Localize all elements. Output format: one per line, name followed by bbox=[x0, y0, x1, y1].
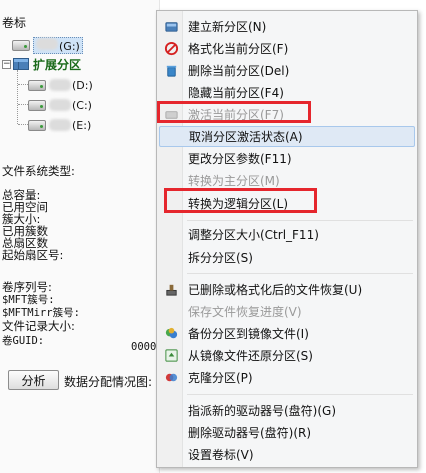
redacted-name bbox=[49, 79, 71, 91]
menu-item-label: 从镜像文件还原分区(S) bbox=[188, 349, 313, 363]
menu-item-label: 转换为主分区(M) bbox=[188, 174, 280, 188]
collapse-toggle-icon[interactable]: − bbox=[2, 59, 11, 69]
mft-cluster-label: $MFT簇号: bbox=[2, 294, 55, 306]
menu-item-deactivate-partition[interactable]: 取消分区激活状态(A) bbox=[159, 126, 415, 147]
serial-label: 卷序列号: bbox=[2, 280, 52, 294]
menu-item-label: 备份分区到镜像文件(I) bbox=[188, 327, 309, 341]
menu-item-set-volume-label[interactable]: 设置卷标(V) bbox=[159, 444, 415, 465]
menu-separator bbox=[187, 273, 413, 274]
menu-item-save-recovery-progress[interactable]: 保存文件恢复进度(V) bbox=[159, 301, 415, 322]
menu-item-label: 取消分区激活状态(A) bbox=[189, 130, 303, 144]
menu-item-clone-partition[interactable]: 克隆分区(P) bbox=[159, 367, 415, 388]
mftmirr-cluster-label: $MFTMirr簇号: bbox=[2, 307, 80, 319]
menu-item-label: 更改分区参数(F11) bbox=[188, 152, 292, 166]
hard-drive-icon bbox=[28, 99, 46, 111]
tree-guide-line bbox=[18, 124, 28, 125]
drive-letter-label: (D:) bbox=[72, 78, 93, 92]
partition-panel: 卷标 (G:) − 扩展分区 (D:) (C:) (E:) 文件系统类型: 总容… bbox=[0, 0, 160, 473]
menu-separator bbox=[187, 394, 413, 395]
menu-item-label: 调整分区大小(Ctrl_F11) bbox=[188, 228, 319, 242]
menu-item-label: 格式化当前分区(F) bbox=[188, 42, 289, 56]
menu-item-backup-image[interactable]: 备份分区到镜像文件(I) bbox=[159, 323, 415, 344]
tree-item-volume-c[interactable]: (C:) bbox=[28, 96, 92, 114]
hard-drive-icon bbox=[28, 79, 46, 91]
guid-label: 卷GUID: bbox=[2, 335, 45, 347]
restore-icon bbox=[165, 349, 178, 362]
menu-item-delete-partition[interactable]: 删除当前分区(Del) bbox=[159, 60, 415, 81]
fs-type-label: 文件系统类型: bbox=[2, 164, 75, 178]
partition-context-menu: 建立新分区(N) 格式化当前分区(F) 删除当前分区(Del) 隐藏当前分区(F… bbox=[156, 10, 418, 468]
clone-icon bbox=[165, 373, 178, 382]
menu-item-format-partition[interactable]: 格式化当前分区(F) bbox=[159, 38, 415, 59]
menu-item-label: 删除驱动器号(盘符)(R) bbox=[188, 426, 312, 440]
menu-item-new-partition[interactable]: 建立新分区(N) bbox=[159, 16, 415, 37]
redacted-name bbox=[36, 37, 58, 50]
menu-item-remove-drive-letter[interactable]: 删除驱动器号(盘符)(R) bbox=[159, 422, 415, 443]
tree-guide-line bbox=[18, 84, 28, 85]
menu-item-label: 克隆分区(P) bbox=[188, 371, 253, 385]
extended-partition-icon bbox=[13, 58, 29, 70]
tree-item-volume-g[interactable]: (G:) bbox=[12, 36, 83, 54]
menu-item-split-partition[interactable]: 拆分分区(S) bbox=[159, 247, 415, 268]
analyze-button[interactable]: 分析 bbox=[8, 370, 59, 390]
menu-item-label: 设置卷标(V) bbox=[188, 448, 254, 462]
format-icon bbox=[164, 41, 179, 56]
drive-letter-label: (G:) bbox=[59, 39, 80, 53]
recover-icon bbox=[166, 284, 177, 296]
record-size-label: 文件记录大小: bbox=[2, 319, 75, 333]
tree-guide-line bbox=[18, 104, 28, 105]
volume-label-header: 卷标 bbox=[2, 16, 27, 30]
highlight-box-activate bbox=[157, 101, 311, 123]
highlight-box-convert-logical bbox=[164, 188, 317, 213]
guid-value: 0000 bbox=[131, 341, 157, 353]
extended-partition-label: 扩展分区 bbox=[33, 57, 82, 72]
hard-drive-icon bbox=[28, 119, 46, 131]
tree-item-extended-partition[interactable]: − 扩展分区 bbox=[2, 55, 81, 73]
redacted-name bbox=[49, 99, 71, 111]
tree-item-volume-e[interactable]: (E:) bbox=[28, 116, 91, 134]
menu-item-label: 删除当前分区(Del) bbox=[188, 64, 290, 78]
data-distribution-label: 数据分配情况图: bbox=[64, 375, 153, 389]
menu-item-file-recovery[interactable]: 已删除或格式化后的文件恢复(U) bbox=[159, 279, 415, 300]
menu-item-change-params[interactable]: 更改分区参数(F11) bbox=[159, 148, 415, 169]
drive-letter-label: (E:) bbox=[72, 118, 92, 132]
backup-icon bbox=[165, 327, 178, 339]
start-sector-label: 起始扇区号: bbox=[2, 248, 64, 262]
menu-item-assign-drive-letter[interactable]: 指派新的驱动器号(盘符)(G) bbox=[159, 400, 415, 421]
menu-item-label: 建立新分区(N) bbox=[188, 20, 267, 34]
menu-item-resize-partition[interactable]: 调整分区大小(Ctrl_F11) bbox=[159, 224, 415, 245]
hard-drive-icon bbox=[12, 39, 30, 51]
menu-separator bbox=[187, 220, 413, 221]
menu-item-label: 保存文件恢复进度(V) bbox=[188, 305, 302, 319]
redacted-name bbox=[49, 119, 71, 131]
tree-guide-line bbox=[17, 70, 18, 124]
menu-item-label: 指派新的驱动器号(盘符)(G) bbox=[188, 404, 337, 418]
delete-trash-icon bbox=[166, 65, 177, 77]
menu-item-restore-image[interactable]: 从镜像文件还原分区(S) bbox=[159, 345, 415, 366]
menu-item-label: 隐藏当前分区(F4) bbox=[188, 86, 284, 100]
menu-item-label: 已删除或格式化后的文件恢复(U) bbox=[188, 283, 363, 297]
tree-item-volume-d[interactable]: (D:) bbox=[28, 76, 93, 94]
new-partition-icon bbox=[165, 22, 178, 32]
drive-letter-label: (C:) bbox=[72, 98, 92, 112]
menu-item-hide-partition[interactable]: 隐藏当前分区(F4) bbox=[159, 82, 415, 103]
menu-item-label: 拆分分区(S) bbox=[188, 251, 253, 265]
